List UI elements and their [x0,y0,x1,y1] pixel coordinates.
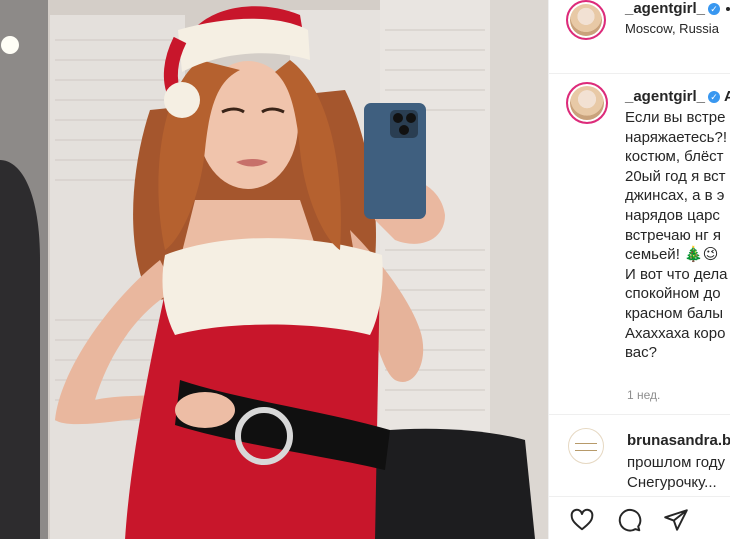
author-avatar[interactable] [566,0,606,40]
verified-badge-icon: ✓ [708,3,721,15]
action-bar [549,496,730,539]
author-username[interactable]: _agentgirl_ [625,0,705,17]
comment-button[interactable] [616,507,642,533]
post-caption: Если вы встре наряжаетесь?! костюм, блёс… [625,109,728,362]
fur-trim [162,238,383,335]
more-options-icon[interactable] [726,7,730,12]
post-side-panel: _agentgirl_ ✓ Moscow, Russia _agentgirl_ ✓… [548,0,730,539]
post-header: _agentgirl_ ✓ Moscow, Russia [549,0,730,74]
post-photo[interactable] [0,0,548,539]
caption-author-avatar[interactable] [566,82,608,124]
comment-text: прошлом году Снегурочку... [627,454,725,491]
hat-pompom [164,82,200,118]
commenter-username[interactable]: brunasandra.b [627,432,730,449]
photo-illustration [0,0,548,539]
heart-icon [570,508,594,531]
author-username-row: _agentgirl_ ✓ [625,0,730,17]
comment-divider [549,414,730,415]
like-button[interactable] [569,507,595,533]
post-timestamp[interactable]: 1 нед. [627,388,660,402]
share-icon [664,509,688,531]
share-button[interactable] [663,507,689,533]
comment-icon [618,509,642,532]
verified-badge-icon: ✓ [708,91,721,103]
caption-author-username[interactable]: _agentgirl_ [625,88,705,105]
commenter-avatar[interactable] [568,428,604,464]
caption-username-row: _agentgirl_✓А [625,88,730,105]
post-location[interactable]: Moscow, Russia [625,21,719,36]
